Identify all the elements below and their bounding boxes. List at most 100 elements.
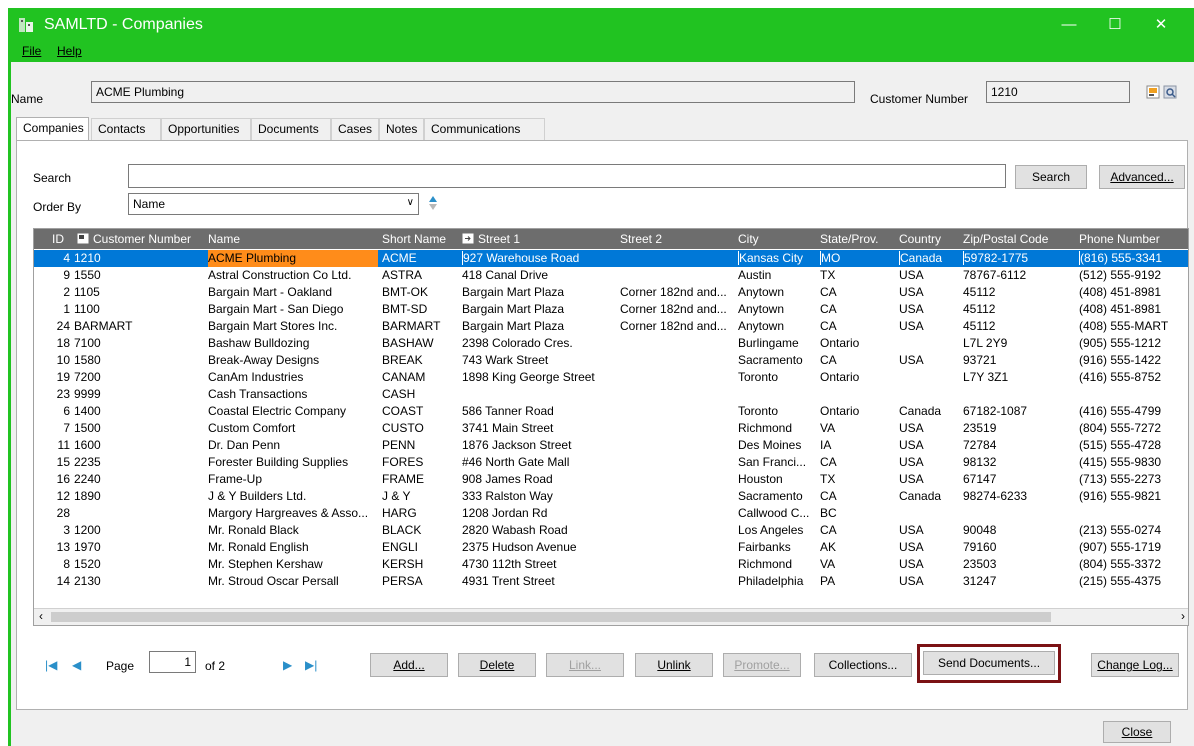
send-documents-button[interactable]: Send Documents... [923, 651, 1055, 675]
tab-communications[interactable]: Communications [424, 118, 545, 140]
sort-direction-icon[interactable] [428, 193, 438, 213]
collections-button[interactable]: Collections... [814, 653, 912, 677]
tab-documents[interactable]: Documents [251, 118, 331, 140]
table-row[interactable]: 1 1100 Bargain Mart - San Diego BMT-SD Barga… [34, 301, 1188, 318]
cell-country: USA [899, 438, 924, 452]
tab-notes[interactable]: Notes [379, 118, 424, 140]
tab-opportunities[interactable]: Opportunities [161, 118, 251, 140]
cell-id: 6 [63, 404, 70, 418]
companies-window: SAMLTD - Companies — ☐ ✕ File Help Name … [8, 8, 1194, 746]
scroll-left-icon[interactable]: ‹ [39, 609, 43, 623]
col-id[interactable]: ID [52, 232, 64, 246]
last-page-icon[interactable]: ▶| [305, 658, 317, 672]
table-row[interactable]: 3 1200 Mr. Ronald Black BLACK 2820 Wabash Ro… [34, 522, 1188, 539]
table-row[interactable]: 11 1600 Dr. Dan Penn PENN 1876 Jackson Stree… [34, 437, 1188, 454]
table-row[interactable]: 28 Margory Hargreaves & Asso... HARG 1208 J… [34, 505, 1188, 522]
table-row[interactable]: 13 1970 Mr. Ronald English ENGLI 2375 Hudson… [34, 539, 1188, 556]
first-page-icon[interactable]: |◀ [45, 658, 57, 672]
col-country[interactable]: Country [899, 232, 941, 246]
table-row[interactable]: 4 1210 ACME Plumbing ACME 927 Warehouse Road… [34, 250, 1188, 267]
table-row[interactable]: 8 1520 Mr. Stephen Kershaw KERSH 4730 112th … [34, 556, 1188, 573]
name-field[interactable]: ACME Plumbing [91, 81, 855, 103]
col-name[interactable]: Name [208, 232, 240, 246]
col-street2[interactable]: Street 2 [620, 232, 662, 246]
cell-id: 12 [56, 489, 70, 503]
link-button[interactable]: Link... [546, 653, 624, 677]
table-row[interactable]: 23 9999 Cash Transactions CASH [34, 386, 1188, 403]
customer-number-field[interactable]: 1210 [986, 81, 1130, 103]
col-state[interactable]: State/Prov. [820, 232, 878, 246]
maximize-button[interactable]: ☐ [1093, 12, 1137, 38]
add-button[interactable]: Add... [370, 653, 448, 677]
cell-state: VA [820, 421, 836, 435]
cell-short-name: BMT-OK [382, 285, 429, 299]
delete-button[interactable]: Delete [458, 653, 536, 677]
col-street1[interactable]: Street 1 [462, 232, 520, 246]
cell-customer-number: 1400 [74, 404, 101, 418]
cell-street1: 4931 Trent Street [462, 574, 555, 588]
close-window-button[interactable]: ✕ [1139, 12, 1183, 38]
cell-short-name: ASTRA [382, 268, 423, 282]
close-button[interactable]: Close [1103, 721, 1171, 743]
search-input[interactable] [128, 164, 1006, 188]
prev-page-icon[interactable]: ◀ [72, 658, 81, 672]
menu-help[interactable]: Help [57, 44, 82, 58]
cell-short-name: HARG [382, 506, 417, 520]
horizontal-scrollbar[interactable]: ‹ › [34, 608, 1188, 625]
cell-country: USA [899, 557, 924, 571]
cell-id: 4 [63, 251, 70, 265]
cell-phone: (408) 451-8981 [1079, 285, 1162, 299]
cell-phone: (905) 555-1212 [1079, 336, 1162, 350]
cell-street1: Bargain Mart Plaza [462, 302, 565, 316]
scroll-right-icon[interactable]: › [1181, 609, 1185, 623]
menu-file[interactable]: File [22, 44, 41, 58]
cell-name: Bargain Mart - San Diego [208, 302, 344, 316]
cell-city: Philadelphia [738, 574, 804, 588]
table-row[interactable]: 16 2240 Frame-Up FRAME 908 James Road Houston… [34, 471, 1188, 488]
cell-name: Custom Comfort [208, 421, 296, 435]
scroll-thumb[interactable] [51, 612, 1051, 622]
cell-short-name: FORES [382, 455, 424, 469]
cell-state: CA [820, 285, 837, 299]
cell-country: USA [899, 523, 924, 537]
promote-button[interactable]: Promote... [723, 653, 801, 677]
advanced-button[interactable]: Advanced... [1099, 165, 1185, 189]
table-row[interactable]: 24 BARMART Bargain Mart Stores Inc. BARMART… [34, 318, 1188, 335]
table-row[interactable]: 2 1105 Bargain Mart - Oakland BMT-OK Bargain… [34, 284, 1188, 301]
table-row[interactable]: 10 1580 Break-Away Designs BREAK 743 Wark St… [34, 352, 1188, 369]
col-customer-number[interactable]: Customer Number [77, 232, 191, 246]
open-record-icon[interactable] [1146, 85, 1160, 99]
table-row[interactable]: 14 2130 Mr. Stroud Oscar Persall PERSA 4931 … [34, 573, 1188, 590]
tab-companies[interactable]: Companies [16, 117, 89, 141]
cell-street1: 4730 112th Street [462, 557, 557, 571]
table-row[interactable]: 19 7200 CanAm Industries CANAM 1898 King Geo… [34, 369, 1188, 386]
table-row[interactable]: 12 1890 J & Y Builders Ltd. J & Y 333 Ralsto… [34, 488, 1188, 505]
col-phone[interactable]: Phone Number [1079, 232, 1160, 246]
col-city[interactable]: City [738, 232, 759, 246]
table-row[interactable]: 7 1500 Custom Comfort CUSTO 3741 Main Street… [34, 420, 1188, 437]
table-row[interactable]: 6 1400 Coastal Electric Company COAST 586 Ta… [34, 403, 1188, 420]
cell-city: Kansas City [738, 251, 816, 265]
tab-cases[interactable]: Cases [331, 118, 379, 140]
page-number-input[interactable]: 1 [149, 651, 196, 673]
zoom-search-icon[interactable] [1163, 85, 1177, 99]
col-short-name[interactable]: Short Name [382, 232, 446, 246]
table-row[interactable]: 18 7100 Bashaw Bulldozing BASHAW 2398 Colora… [34, 335, 1188, 352]
order-by-select[interactable]: Name ∨ [128, 193, 419, 215]
minimize-button[interactable]: — [1047, 12, 1091, 38]
change-log-button[interactable]: Change Log... [1091, 653, 1179, 677]
tab-contacts[interactable]: Contacts [91, 118, 161, 140]
search-button[interactable]: Search [1015, 165, 1087, 189]
unlink-button[interactable]: Unlink [635, 653, 713, 677]
table-row[interactable]: 9 1550 Astral Construction Co Ltd. ASTRA 418… [34, 267, 1188, 284]
cell-customer-number: 2235 [74, 455, 101, 469]
cell-short-name: CASH [382, 387, 416, 401]
table-row[interactable]: 15 2235 Forester Building Supplies FORES #46… [34, 454, 1188, 471]
col-zip[interactable]: Zip/Postal Code [963, 232, 1048, 246]
chevron-down-icon: ∨ [406, 197, 414, 208]
cell-state: Ontario [820, 370, 860, 384]
cell-id: 10 [56, 353, 70, 367]
next-page-icon[interactable]: ▶ [283, 658, 292, 672]
cell-city: Toronto [738, 370, 779, 384]
cell-id: 13 [56, 540, 70, 554]
